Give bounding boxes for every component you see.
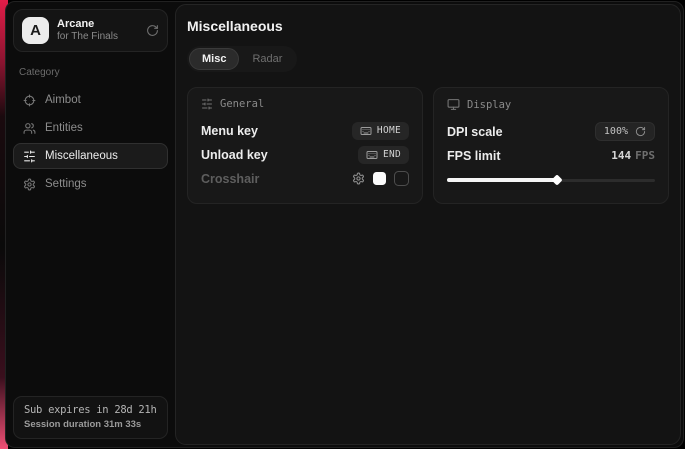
menu-key-button[interactable]: HOME	[352, 122, 409, 140]
app-header-card: A Arcane for The Finals	[13, 9, 168, 52]
sidebar-item-label: Aimbot	[45, 94, 81, 106]
crosshair-color-swatch[interactable]	[373, 172, 386, 185]
sync-icon[interactable]	[146, 24, 159, 37]
fps-unit: FPS	[635, 149, 655, 162]
crosshair-settings-gear-icon[interactable]	[352, 172, 365, 185]
app-window: A Arcane for The Finals Category	[5, 1, 684, 448]
general-card-title: General	[220, 98, 264, 110]
unload-key-value: END	[383, 149, 401, 160]
subscription-info-card: Sub expires in 28d 21h Session duration …	[13, 396, 168, 439]
menu-key-row: Menu key HOME	[201, 119, 409, 142]
menu-key-value: HOME	[377, 125, 401, 136]
app-titles: Arcane for The Finals	[57, 18, 118, 43]
refresh-icon[interactable]	[635, 126, 646, 137]
unload-key-label: Unload key	[201, 148, 268, 162]
users-icon	[23, 122, 36, 135]
fps-limit-row: FPS limit 144 FPS	[447, 144, 655, 167]
category-label: Category	[19, 67, 162, 78]
cards-row: General Menu key HOME	[187, 87, 669, 204]
sidebar-item-settings[interactable]: Settings	[13, 171, 168, 197]
tab-misc[interactable]: Misc	[189, 48, 239, 70]
crosshair-row: Crosshair	[201, 167, 409, 190]
sidebar: A Arcane for The Finals Category	[6, 2, 175, 447]
dpi-scale-row: DPI scale 100%	[447, 120, 655, 143]
general-card: General Menu key HOME	[187, 87, 423, 204]
sidebar-item-miscellaneous[interactable]: Miscellaneous	[13, 143, 168, 169]
main-panel: Miscellaneous Misc Radar General	[175, 4, 681, 445]
dpi-scale-control[interactable]: 100%	[595, 122, 655, 141]
sidebar-item-label: Settings	[45, 178, 87, 190]
sidebar-item-label: Entities	[45, 122, 83, 134]
keyboard-icon	[366, 149, 378, 161]
sub-expires-text: Sub expires in 28d 21h	[24, 404, 157, 416]
tab-radar[interactable]: Radar	[239, 48, 295, 70]
session-duration-text: Session duration 31m 33s	[24, 419, 157, 430]
fps-slider-thumb[interactable]	[552, 174, 563, 185]
sidebar-item-entities[interactable]: Entities	[13, 115, 168, 141]
crosshair-controls	[352, 171, 409, 186]
fps-slider-fill	[447, 178, 557, 182]
tab-bar: Misc Radar	[187, 46, 297, 72]
unload-key-row: Unload key END	[201, 143, 409, 166]
fps-limit-label: FPS limit	[447, 149, 500, 163]
sliders-icon	[201, 98, 213, 110]
monitor-icon	[447, 98, 460, 111]
sliders-icon	[23, 150, 36, 163]
display-card: Display DPI scale 100%	[433, 87, 669, 204]
dpi-scale-label: DPI scale	[447, 125, 503, 139]
fps-limit-value: 144 FPS	[611, 149, 655, 162]
crosshair-icon	[23, 94, 36, 107]
keyboard-icon	[360, 125, 372, 137]
unload-key-button[interactable]: END	[358, 146, 409, 164]
fps-number: 144	[611, 149, 631, 162]
display-card-title: Display	[467, 99, 511, 111]
gear-icon	[23, 178, 36, 191]
app-name: Arcane	[57, 18, 118, 31]
app-logo: A	[22, 17, 49, 44]
general-card-header: General	[201, 98, 409, 110]
page-title: Miscellaneous	[187, 18, 669, 34]
app-subtitle: for The Finals	[57, 31, 118, 43]
crosshair-checkbox[interactable]	[394, 171, 409, 186]
sidebar-item-aimbot[interactable]: Aimbot	[13, 87, 168, 113]
crosshair-label: Crosshair	[201, 172, 259, 186]
menu-key-label: Menu key	[201, 124, 258, 138]
sidebar-item-label: Miscellaneous	[45, 150, 118, 162]
dpi-scale-value: 100%	[604, 126, 628, 137]
fps-slider[interactable]	[447, 174, 655, 186]
display-card-header: Display	[447, 98, 655, 111]
screen: A Arcane for The Finals Category	[0, 0, 685, 449]
